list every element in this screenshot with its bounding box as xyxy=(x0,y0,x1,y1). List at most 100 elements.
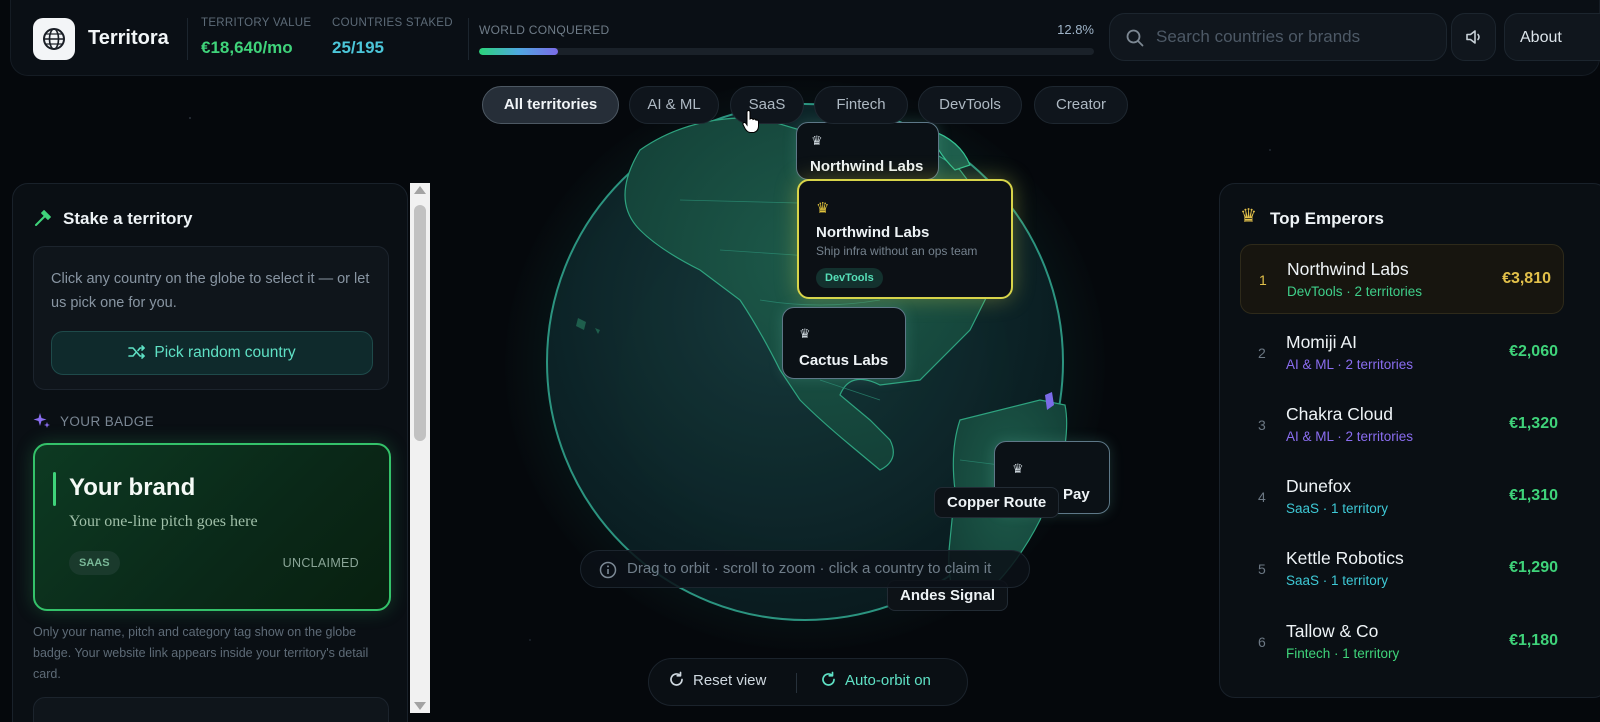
territory-name: Northwind Labs xyxy=(816,224,930,241)
globe-sphere[interactable] xyxy=(546,103,1064,621)
scroll-down-arrow-icon[interactable] xyxy=(414,702,426,710)
emperor-meta: SaaS · 1 territory xyxy=(1286,501,1389,516)
north-america-landmass[interactable] xyxy=(624,117,1001,471)
filter-devtools[interactable]: DevTools xyxy=(918,86,1022,124)
world-conquered-label: WORLD CONQUERED xyxy=(479,23,610,37)
territory-pitch: Ship infra without an ops team xyxy=(816,244,978,258)
selected-territory-highlight[interactable] xyxy=(800,180,1010,295)
territory-tag: DevTools xyxy=(816,268,883,288)
territory-card-northwind-selected[interactable]: ♛ Northwind Labs Ship infra without an o… xyxy=(797,179,1013,299)
stake-instructions-box: Click any country on the globe to select… xyxy=(33,246,389,390)
territory-name: Cactus Labs xyxy=(799,352,889,369)
emperor-row[interactable]: 4 Dunefox SaaS · 1 territory €1,310 xyxy=(1240,462,1564,532)
scroll-thumb[interactable] xyxy=(414,205,426,441)
search-box[interactable] xyxy=(1109,13,1447,61)
globe-hint: Drag to orbit · scroll to zoom · click a… xyxy=(580,550,1030,588)
badge-accent-bar xyxy=(53,472,56,506)
emperor-name: Momiji AI xyxy=(1286,332,1357,352)
country-label-copper-route[interactable]: Copper Route xyxy=(934,487,1060,518)
left-panel-scrollbar[interactable] xyxy=(410,183,430,713)
badge-tag: SAAS xyxy=(69,551,120,575)
stake-panel: Stake a territory Click any country on t… xyxy=(12,183,408,722)
emperor-value: €1,180 xyxy=(1509,632,1558,649)
emperor-rank: 5 xyxy=(1258,561,1266,577)
badge-pitch: Your one-line pitch goes here xyxy=(69,513,258,530)
filter-ai-ml[interactable]: AI & ML xyxy=(629,86,719,124)
filter-creator[interactable]: Creator xyxy=(1034,86,1128,124)
emperor-meta: SaaS · 1 territory xyxy=(1286,573,1389,588)
emperor-meta: DevTools · 2 territories xyxy=(1287,284,1423,299)
pick-random-country-button[interactable]: Pick random country xyxy=(51,331,373,375)
emperor-row[interactable]: 1 Northwind Labs DevTools · 2 territories €… xyxy=(1240,244,1564,314)
about-button[interactable]: About xyxy=(1504,13,1600,61)
territory-value-label: TERRITORY VALUE xyxy=(201,17,312,29)
stake-title: Stake a territory xyxy=(63,209,193,228)
emperors-title: Top Emperors xyxy=(1270,209,1384,228)
filter-fintech[interactable]: Fintech xyxy=(814,86,908,124)
emperor-rank: 2 xyxy=(1258,345,1266,361)
hand-cursor-icon xyxy=(742,110,759,133)
emperor-name: Northwind Labs xyxy=(1287,259,1409,279)
crown-icon: ♛ xyxy=(816,200,830,217)
divider xyxy=(187,18,188,60)
divider xyxy=(468,18,469,60)
emperor-row[interactable]: 2 Momiji AI AI & ML · 2 territories €2,060 xyxy=(1240,318,1564,388)
countries-staked-value: 25/195 xyxy=(332,38,384,57)
divider xyxy=(796,673,797,693)
territory-card-pay[interactable]: ♛ Pay xyxy=(994,441,1110,514)
crown-icon: ♛ xyxy=(799,326,811,341)
greenland-landmass[interactable] xyxy=(929,129,971,171)
crown-icon: ♛ xyxy=(811,133,823,148)
search-input[interactable] xyxy=(1156,14,1436,60)
pick-random-label: Pick random country xyxy=(154,344,296,361)
filter-all-territories[interactable]: All territories xyxy=(482,86,619,124)
badge-section-label: YOUR BADGE xyxy=(60,414,155,429)
info-icon xyxy=(599,561,617,579)
crown-icon: ♛ xyxy=(1240,206,1258,227)
badge-preview: Your brand Your one-line pitch goes here… xyxy=(33,443,391,611)
speaker-icon xyxy=(1465,30,1480,44)
territory-card-cactus-labs[interactable]: ♛ Cactus Labs xyxy=(782,307,906,379)
world-conquered-progress xyxy=(479,48,1094,55)
emperor-rank: 3 xyxy=(1258,417,1266,433)
emperor-row[interactable]: 5 Kettle Robotics SaaS · 1 territory €1,290 xyxy=(1240,534,1564,604)
sparkle-icon xyxy=(33,413,50,428)
top-bar: Territora TERRITORY VALUE €18,640/mo COU… xyxy=(10,0,1600,76)
emperor-name: Chakra Cloud xyxy=(1286,404,1393,424)
globe-logo-icon[interactable] xyxy=(33,18,75,60)
reset-view-button[interactable]: Reset view xyxy=(668,671,766,689)
shuffle-icon xyxy=(128,345,146,359)
emperor-rank: 4 xyxy=(1258,489,1266,505)
top-emperors-panel: ♛ Top Emperors 1 Northwind Labs DevTools ·… xyxy=(1219,183,1600,698)
scroll-up-arrow-icon[interactable] xyxy=(414,186,426,194)
emperor-meta: AI & ML · 2 territories xyxy=(1286,429,1414,444)
emperor-value: €1,290 xyxy=(1509,559,1558,576)
world-conquered-percent: 12.8% xyxy=(1057,22,1094,37)
territory-card-northwind-top[interactable]: ♛ Northwind Labs xyxy=(796,122,939,180)
badge-note: Only your name, pitch and category tag s… xyxy=(33,625,369,681)
next-section-card xyxy=(33,697,389,722)
emperor-row[interactable]: 3 Chakra Cloud AI & ML · 2 territories €1,3… xyxy=(1240,390,1564,460)
emperor-rank: 1 xyxy=(1259,272,1267,288)
territory-name: Northwind Labs xyxy=(810,158,924,175)
auto-orbit-toggle[interactable]: Auto-orbit on xyxy=(820,671,931,689)
orbit-icon xyxy=(822,671,835,686)
globe-controls: Reset view Auto-orbit on xyxy=(648,658,968,706)
progress-fill xyxy=(479,48,558,55)
emperor-meta: Fintech · 1 territory xyxy=(1286,646,1400,661)
emperor-row[interactable]: 6 Tallow & Co Fintech · 1 territory €1,180 xyxy=(1240,607,1564,677)
territory-value: €18,640/mo xyxy=(201,38,293,57)
emperor-name: Dunefox xyxy=(1286,476,1352,496)
island xyxy=(595,328,600,334)
emperor-meta: AI & ML · 2 territories xyxy=(1286,357,1414,372)
sound-toggle-button[interactable] xyxy=(1451,13,1496,61)
countries-staked-label: COUNTRIES STAKED xyxy=(332,17,453,29)
emperor-name: Tallow & Co xyxy=(1286,621,1379,641)
reset-view-label: Reset view xyxy=(693,672,767,689)
emperor-name: Kettle Robotics xyxy=(1286,548,1404,568)
gavel-icon xyxy=(35,210,51,226)
territory-name: Pay xyxy=(1063,486,1090,503)
emperor-rank: 6 xyxy=(1258,634,1266,650)
refresh-icon xyxy=(670,671,683,686)
purple-territory[interactable] xyxy=(1045,392,1054,410)
